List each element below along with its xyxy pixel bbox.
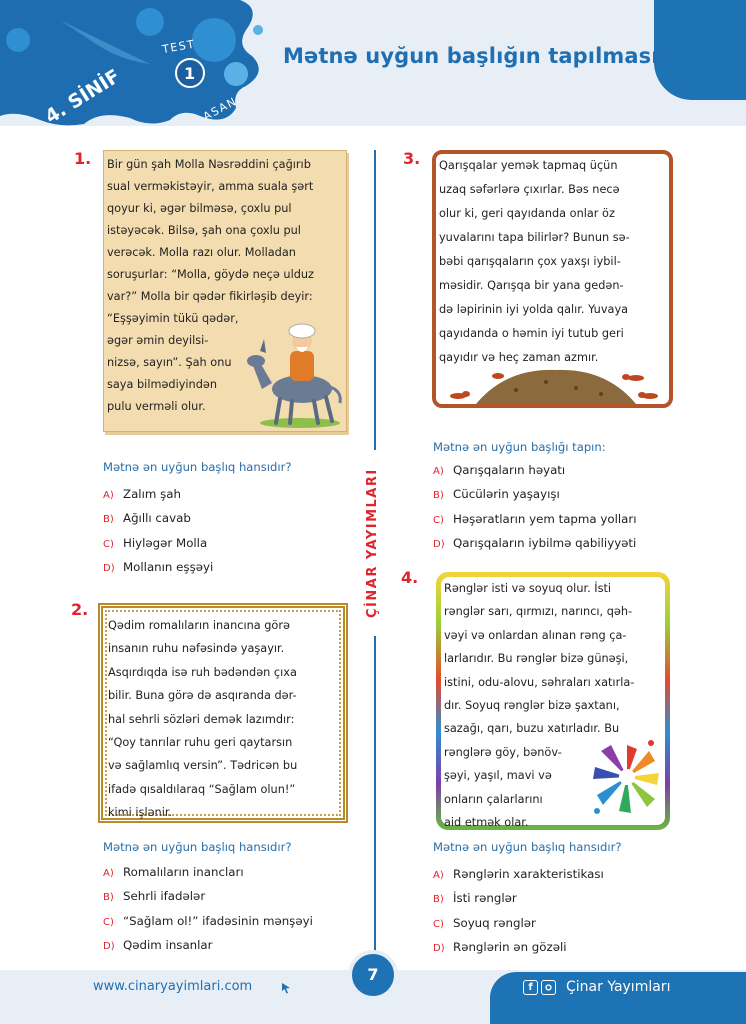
page-title: Mətnə uyğun başlığın tapılması — [283, 44, 659, 68]
answer-options: A) Zalım şah B) Ağıllı cavab C) Hiyləgər Mo… — [103, 487, 213, 584]
passage-text: Qarışqalar yemək tapmaq üçün uzaq səfərl… — [439, 159, 630, 364]
answer-option[interactable]: D) Mollanın eşşəyi — [103, 560, 213, 584]
facebook-icon[interactable]: f — [523, 980, 538, 995]
column-divider — [374, 150, 376, 450]
answer-option[interactable]: A) Rənglərin xarakteristikası — [433, 867, 604, 891]
answer-option[interactable]: A) Romalıların inancları — [103, 865, 313, 889]
question-prompt: Mətnə ən uyğun başlıq hansıdır? — [103, 840, 292, 854]
website-link[interactable]: www.cinaryayimlari.com — [93, 979, 252, 994]
passage-box-parchment: Bir gün şah Molla Nəsrəddini çağırıb sua… — [103, 150, 347, 432]
column-divider — [374, 636, 376, 956]
question-prompt: Mətnə ən uyğun başlıq hansıdır? — [103, 460, 292, 474]
publisher-name: Çinar Yayımları — [566, 979, 671, 995]
answer-option[interactable]: A) Qarışqaların həyatı — [433, 463, 637, 487]
passage-box-rainbow: Rənglər isti və soyuq olur. İsti rənglər… — [436, 572, 670, 830]
answer-option[interactable]: B) Ağıllı cavab — [103, 511, 213, 535]
social-icons: f — [523, 980, 556, 995]
answer-option[interactable]: D) Qarışqaların iybilmə qabiliyyəti — [433, 536, 637, 560]
anthill-illustration — [450, 369, 658, 404]
passage-box-greek-border: Qədim romalıların inancına görə insanın … — [98, 603, 348, 823]
answer-options: A) Rənglərin xarakteristikası B) İsti rəng… — [433, 867, 604, 964]
answer-option[interactable]: A) Zalım şah — [103, 487, 213, 511]
page-number: 7 — [348, 950, 398, 1000]
question-number: 4. — [401, 568, 419, 587]
answer-option[interactable]: B) İsti rənglər — [433, 891, 604, 915]
answer-option[interactable]: C) Hiyləgər Molla — [103, 536, 213, 560]
answer-option[interactable]: C) Soyuq rənglər — [433, 916, 604, 940]
cursor-icon — [282, 983, 290, 994]
question-number: 3. — [403, 149, 421, 168]
answer-option[interactable]: B) Sehrli ifadələr — [103, 889, 313, 913]
answer-options: A) Qarışqaların həyatı B) Cücülərin yaşayı… — [433, 463, 637, 560]
header-corner-decoration — [654, 0, 746, 100]
question-number: 2. — [71, 600, 89, 619]
test-number: 1 — [184, 64, 195, 83]
grade-badge: 4. SİNİF TEST 1 ASAN — [0, 0, 263, 126]
answer-option[interactable]: D) Qədim insanlar — [103, 938, 313, 962]
question-number: 1. — [74, 149, 92, 168]
answer-option[interactable]: B) Cücülərin yaşayışı — [433, 487, 637, 511]
question-prompt: Mətnə ən uyğun başlıq hansıdır? — [433, 840, 622, 854]
answer-options: A) Romalıların inancları B) Sehrli ifadələ… — [103, 865, 313, 962]
molla-on-donkey-illustration — [247, 323, 342, 428]
passage-box-brown: Qarışqalar yemək tapmaq üçün uzaq səfərl… — [432, 150, 673, 408]
side-brand-label: ÇİNAR YAYIMLARI — [365, 468, 380, 618]
answer-option[interactable]: C) Həşəratların yem tapma yolları — [433, 512, 637, 536]
instagram-icon[interactable] — [541, 980, 556, 995]
answer-option[interactable]: D) Rənglərin ən gözəli — [433, 940, 604, 964]
question-prompt: Mətnə ən uyğun başlığı tapın: — [433, 440, 606, 454]
answer-option[interactable]: C) “Sağlam ol!” ifadəsinin mənşəyi — [103, 914, 313, 938]
color-splash-illustration — [593, 740, 659, 814]
passage-text: Qədim romalıların inancına görə insanın … — [108, 619, 298, 820]
